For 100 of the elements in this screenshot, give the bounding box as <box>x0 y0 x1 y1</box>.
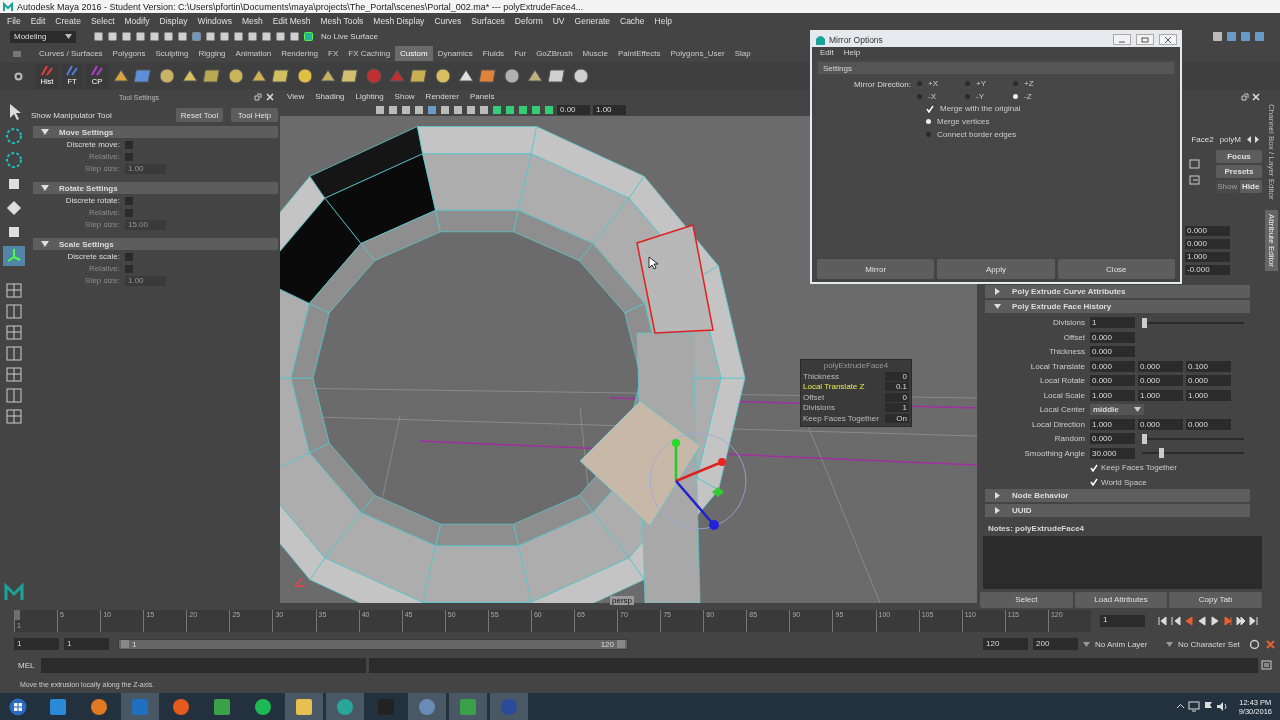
end-time-field[interactable]: 200 <box>1033 638 1078 650</box>
input-field[interactable]: 0.000 <box>1186 418 1231 430</box>
tool-icon[interactable] <box>134 66 154 86</box>
radio-button[interactable] <box>965 81 970 86</box>
node-tab[interactable]: polyM <box>1219 135 1241 145</box>
menu-item[interactable]: Edit <box>30 15 46 26</box>
radio-option[interactable]: +Y <box>965 78 1013 89</box>
toolbar-icon[interactable] <box>261 31 272 42</box>
panel-button[interactable]: Select <box>980 591 1073 608</box>
checkbox[interactable] <box>125 252 133 261</box>
preferences-icon[interactable] <box>1265 638 1276 650</box>
dropdown[interactable]: middle <box>1090 404 1144 416</box>
command-input-field[interactable] <box>41 657 366 673</box>
side-tab[interactable]: Attribute Editor <box>1264 209 1278 271</box>
radio-option[interactable]: -Z <box>1013 91 1061 102</box>
value-field[interactable]: 1 <box>885 403 909 413</box>
chevron-up-icon[interactable] <box>1175 702 1185 711</box>
panel-button[interactable]: Focus <box>1216 149 1262 163</box>
input-field[interactable]: 0.000 <box>1090 331 1135 343</box>
menu-item[interactable]: Deform <box>514 15 543 26</box>
tool-icon[interactable] <box>410 66 430 86</box>
input-field[interactable]: 0.00 <box>557 104 590 115</box>
input-field[interactable]: 1.00 <box>593 104 626 115</box>
menu-item[interactable]: Windows <box>197 15 232 26</box>
shelf-tab[interactable]: Slap <box>729 46 756 61</box>
input-field[interactable]: 0.000 <box>1185 239 1230 250</box>
radio-button[interactable] <box>917 81 922 86</box>
layout-icon[interactable] <box>5 282 23 299</box>
current-frame-marker[interactable] <box>14 609 20 620</box>
checkbox[interactable] <box>1090 478 1098 487</box>
radio-button[interactable] <box>926 132 931 137</box>
tool-icon[interactable] <box>3 126 25 146</box>
radio-button[interactable] <box>926 119 931 124</box>
radio-button[interactable] <box>1013 94 1018 99</box>
layout-icon[interactable] <box>5 303 23 320</box>
close-icon[interactable] <box>266 93 274 101</box>
menu-item[interactable]: Generate <box>574 15 610 26</box>
settings-icon[interactable] <box>14 71 23 81</box>
panel-button[interactable]: Presets <box>1216 164 1262 178</box>
panel-button[interactable]: Copy Tab <box>1169 591 1262 608</box>
save-icon[interactable] <box>1189 175 1200 186</box>
toolbar-icon[interactable] <box>219 31 230 42</box>
toolbar-icon[interactable] <box>121 31 132 42</box>
shelf-tab[interactable]: Dynamics <box>432 46 478 61</box>
toolbar-icon[interactable] <box>93 31 104 42</box>
tool-icon[interactable] <box>341 66 361 86</box>
slider-thumb[interactable] <box>1159 448 1165 459</box>
layout-icon[interactable] <box>5 345 23 362</box>
tool-icon[interactable] <box>502 66 522 86</box>
tool-icon[interactable] <box>479 66 499 86</box>
radio-button[interactable] <box>917 94 922 99</box>
node-tab[interactable]: Face2 <box>1191 135 1214 145</box>
menu-item[interactable]: Edit <box>820 48 834 57</box>
menu-item[interactable]: Curves <box>434 15 462 26</box>
menu-item[interactable]: UV <box>552 15 565 26</box>
toolbar-icon[interactable] <box>505 104 515 115</box>
shelf-tab[interactable]: Fur <box>509 46 532 61</box>
shelf-tab[interactable]: FX Caching <box>343 46 396 61</box>
float-icon[interactable] <box>1241 92 1249 101</box>
notes-field[interactable] <box>983 535 1262 589</box>
input-field[interactable]: 1.000 <box>1090 418 1135 430</box>
anim-layer-dropdown[interactable]: No Anim Layer <box>1083 639 1161 649</box>
panel-menu-item[interactable]: Shading <box>315 92 345 101</box>
shelf-tab[interactable]: Polygons <box>107 46 151 61</box>
panel-toggle-icon[interactable] <box>1254 31 1265 42</box>
toolbar-icon[interactable] <box>149 31 160 42</box>
menu-item[interactable]: Cache <box>620 15 645 26</box>
input-field[interactable]: 0.000 <box>1185 226 1230 237</box>
shelf-tab[interactable]: Curves / Surfaces <box>34 46 108 61</box>
current-frame-field[interactable]: 1 <box>1100 614 1145 627</box>
radio-option[interactable]: -X <box>917 91 965 102</box>
shelf-tab[interactable]: Custom <box>395 46 433 61</box>
tool-icon[interactable] <box>548 66 568 86</box>
toolbar-icon[interactable] <box>247 31 258 42</box>
slider-handle[interactable] <box>617 640 625 648</box>
input-field[interactable]: -0.000 <box>1185 265 1230 276</box>
input-field[interactable]: 1 <box>1090 317 1135 329</box>
shelf-tab[interactable]: Fluids <box>477 46 510 61</box>
float-icon[interactable] <box>254 93 262 101</box>
scroll-arrows-icon[interactable] <box>1247 136 1259 144</box>
panel-menu-item[interactable]: Lighting <box>355 92 384 101</box>
radio-option[interactable]: +X <box>917 78 965 89</box>
menu-item[interactable]: Mesh Display <box>373 15 425 26</box>
radio-option[interactable]: -Y <box>965 91 1013 102</box>
panel-menu-item[interactable]: Renderer <box>425 92 459 101</box>
radio-button[interactable] <box>1013 81 1018 86</box>
menu-item[interactable]: Display <box>159 15 188 26</box>
input-field[interactable]: 1.000 <box>1185 252 1230 263</box>
panel-menu-item[interactable]: Show <box>394 92 415 101</box>
command-language-label[interactable]: MEL <box>18 660 38 670</box>
radio-button[interactable] <box>965 94 970 99</box>
start-time-field[interactable]: 1 <box>14 638 59 650</box>
toolbar-icon[interactable] <box>401 104 411 115</box>
close-button[interactable] <box>1159 34 1177 45</box>
tool-icon[interactable] <box>272 66 292 86</box>
menu-item[interactable]: Help <box>654 15 673 26</box>
attribute-label[interactable]: Keep Faces Together <box>803 413 879 423</box>
input-field[interactable]: 0.000 <box>1090 346 1135 358</box>
menu-item[interactable]: Surfaces <box>471 15 505 26</box>
checkbox[interactable] <box>125 140 133 149</box>
